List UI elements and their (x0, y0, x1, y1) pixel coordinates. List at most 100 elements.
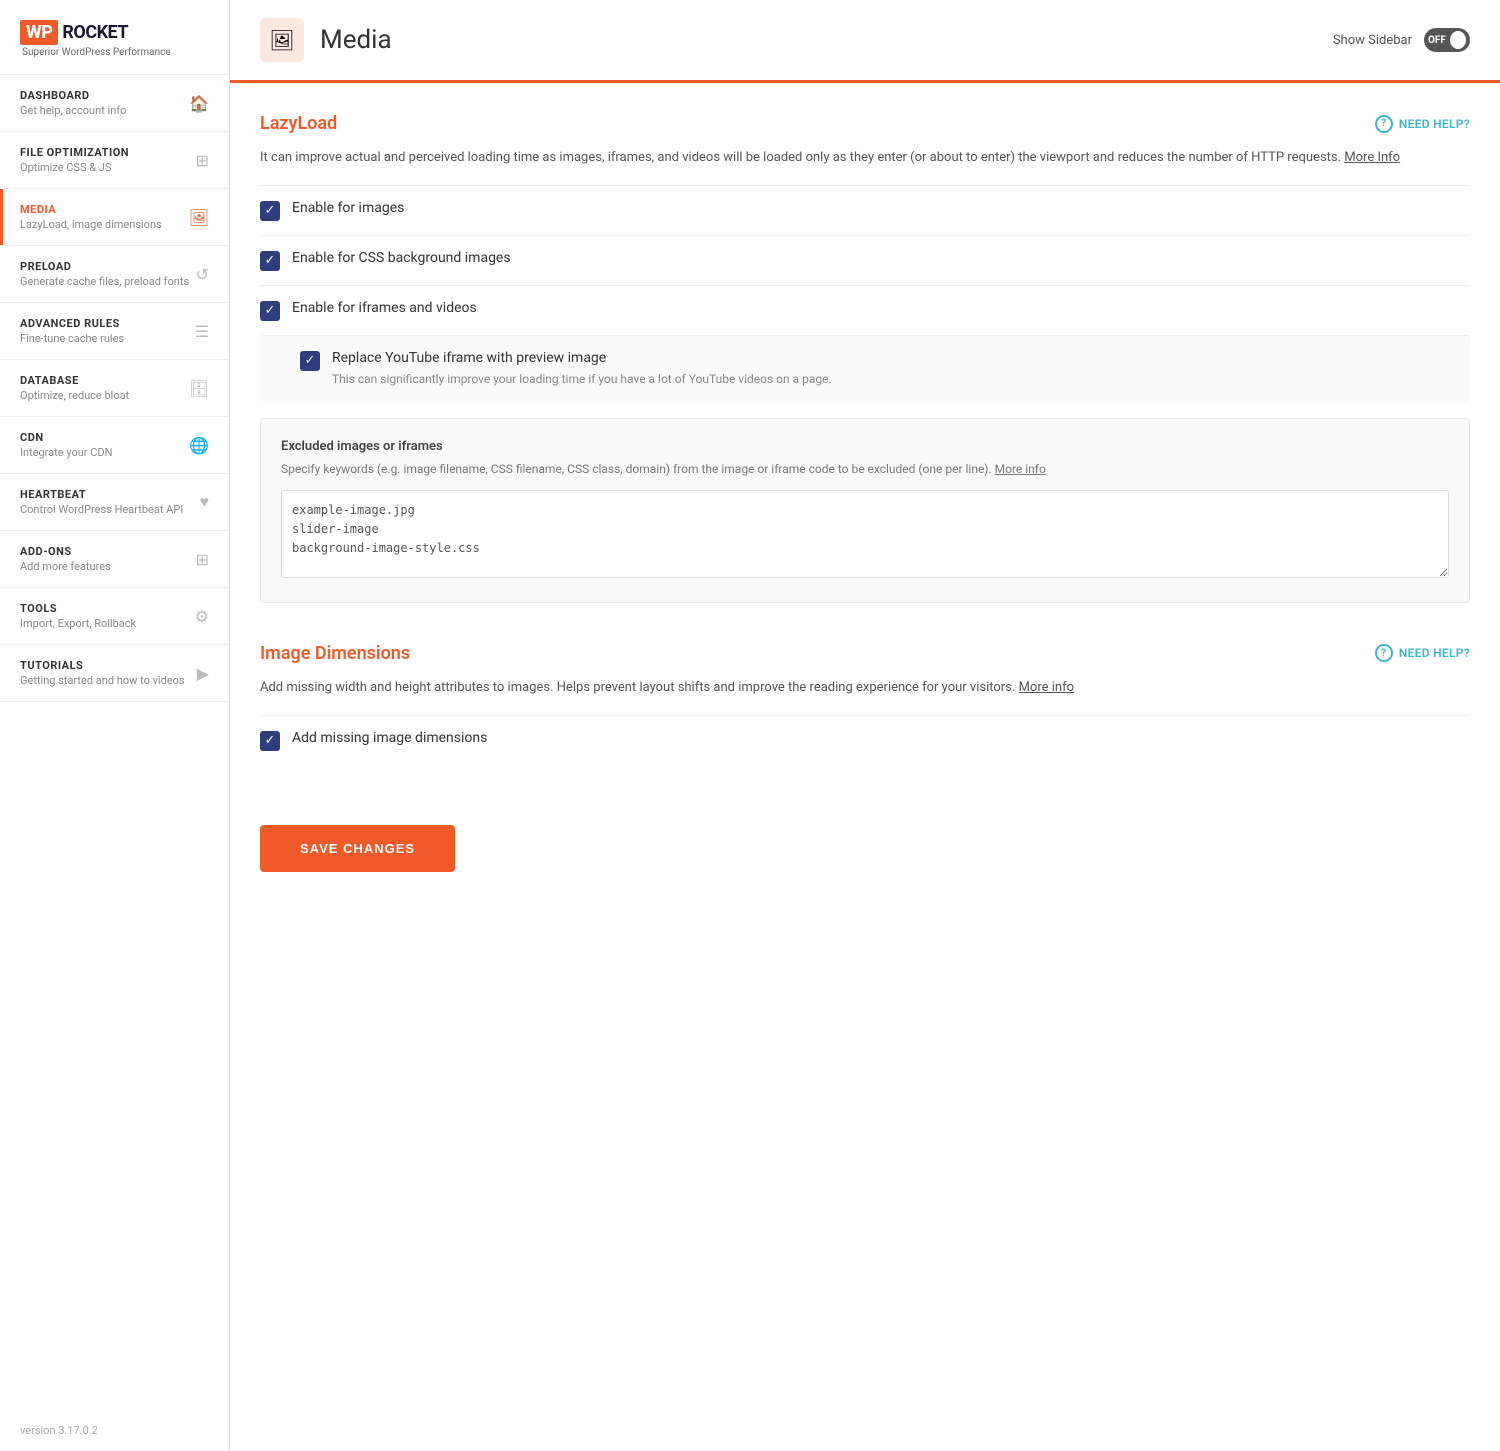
image-dimensions-description: Add missing width and height attributes … (260, 678, 1470, 699)
sidebar-item-file-optimization[interactable]: FILE OPTIMIZATION Optimize CSS & JS ⊞ (0, 132, 229, 189)
nav-icon-media: 🖼 (189, 208, 209, 227)
lazyload-help-text: NEED HELP? (1399, 117, 1470, 131)
nav-subtitle-preload: Generate cache files, preload fonts (20, 275, 189, 288)
toggle-track[interactable]: OFF (1424, 28, 1470, 52)
sidebar-version: version 3.17.0.2 (0, 1410, 229, 1451)
checkbox-enable-images[interactable]: ✓ (260, 201, 280, 221)
page-title: Media (320, 25, 392, 55)
image-dimensions-header: Image Dimensions ? NEED HELP? (260, 643, 1470, 664)
nav-subtitle-advanced-rules: Fine-tune cache rules (20, 332, 124, 345)
nav-subtitle-database: Optimize, reduce bloat (20, 389, 129, 402)
sidebar-toggle[interactable]: OFF (1424, 28, 1470, 52)
nav-icon-add-ons: ⊞ (196, 550, 209, 569)
sidebar-nav: DASHBOARD Get help, account info 🏠 FILE … (0, 75, 229, 1410)
nav-subtitle-tutorials: Getting started and how to videos (20, 674, 185, 687)
sidebar-item-preload[interactable]: PRELOAD Generate cache files, preload fo… (0, 246, 229, 303)
option-enable-iframes: ✓ Enable for iframes and videos (260, 285, 1470, 335)
toggle-thumb (1450, 31, 1466, 49)
excluded-title: Excluded images or iframes (281, 439, 1449, 454)
sidebar-item-heartbeat[interactable]: HEARTBEAT Control WordPress Heartbeat AP… (0, 474, 229, 531)
sidebar: WP ROCKET Superior WordPress Performance… (0, 0, 230, 1451)
nav-icon-heartbeat: ♥ (200, 492, 210, 512)
sidebar-item-database[interactable]: DATABASE Optimize, reduce bloat 🗄 (0, 360, 229, 417)
toggle-state: OFF (1428, 35, 1446, 46)
sidebar-item-dashboard[interactable]: DASHBOARD Get help, account info 🏠 (0, 75, 229, 132)
nav-subtitle-media: LazyLoad, image dimensions (20, 218, 162, 231)
checkmark-enable-css-bg: ✓ (265, 254, 276, 267)
lazyload-section: LazyLoad ? NEED HELP? It can improve act… (260, 113, 1470, 603)
excluded-description: Specify keywords (e.g. image filename, C… (281, 460, 1449, 478)
nav-title-file-optimization: FILE OPTIMIZATION (20, 146, 129, 159)
sidebar-item-tutorials[interactable]: TUTORIALS Getting started and how to vid… (0, 645, 229, 702)
checkmark-enable-images: ✓ (265, 204, 276, 217)
logo-rocket: ROCKET (62, 22, 128, 43)
nav-subtitle-dashboard: Get help, account info (20, 104, 126, 117)
nav-title-database: DATABASE (20, 374, 129, 387)
nav-subtitle-tools: Import, Export, Rollback (20, 617, 136, 630)
main-header-left: 🖼 Media (260, 18, 392, 62)
image-dimensions-title: Image Dimensions (260, 643, 410, 664)
label-add-missing-dimensions: Add missing image dimensions (292, 730, 487, 746)
image-dimensions-more-info-link[interactable]: More info (1019, 680, 1074, 695)
nav-title-cdn: CDN (20, 431, 112, 444)
nav-icon-advanced-rules: ☰ (195, 322, 209, 341)
nav-title-preload: PRELOAD (20, 260, 189, 273)
label-replace-youtube: Replace YouTube iframe with preview imag… (332, 350, 832, 366)
nav-title-tools: TOOLS (20, 602, 136, 615)
page-icon: 🖼 (260, 18, 304, 62)
nav-title-dashboard: DASHBOARD (20, 89, 126, 102)
nav-title-advanced-rules: ADVANCED RULES (20, 317, 124, 330)
nav-subtitle-heartbeat: Control WordPress Heartbeat API (20, 503, 183, 516)
checkmark-add-missing-dimensions: ✓ (265, 734, 276, 747)
lazyload-more-info-link[interactable]: More Info (1344, 150, 1400, 165)
label-enable-images: Enable for images (292, 200, 404, 216)
nav-subtitle-add-ons: Add more features (20, 560, 111, 573)
main-header: 🖼 Media Show Sidebar OFF (230, 0, 1500, 83)
checkbox-enable-css-bg[interactable]: ✓ (260, 251, 280, 271)
nav-icon-tools: ⚙ (195, 607, 209, 626)
nav-icon-cdn: 🌐 (189, 436, 209, 455)
checkbox-enable-iframes[interactable]: ✓ (260, 301, 280, 321)
nav-title-heartbeat: HEARTBEAT (20, 488, 183, 501)
nav-icon-preload: ↺ (196, 265, 209, 284)
lazyload-help-icon: ? (1375, 115, 1393, 133)
checkmark-enable-iframes: ✓ (265, 304, 276, 317)
image-dimensions-help-icon: ? (1375, 644, 1393, 662)
image-dimensions-need-help[interactable]: ? NEED HELP? (1375, 644, 1470, 662)
excluded-textarea[interactable]: example-image.jpg slider-image backgroun… (281, 490, 1449, 578)
nav-icon-database: 🗄 (189, 379, 209, 398)
excluded-more-info-link[interactable]: More info (995, 462, 1046, 476)
logo-wp: WP (20, 20, 58, 45)
sidebar-item-tools[interactable]: TOOLS Import, Export, Rollback ⚙ (0, 588, 229, 645)
nav-icon-file-optimization: ⊞ (196, 151, 209, 170)
header-right: Show Sidebar OFF (1333, 28, 1470, 52)
show-sidebar-label: Show Sidebar (1333, 33, 1412, 48)
label-enable-iframes: Enable for iframes and videos (292, 300, 477, 316)
lazyload-title: LazyLoad (260, 113, 337, 134)
nav-icon-tutorials: ▶ (197, 664, 209, 683)
option-enable-css-bg: ✓ Enable for CSS background images (260, 235, 1470, 285)
checkbox-add-missing-dimensions[interactable]: ✓ (260, 731, 280, 751)
nav-icon-dashboard: 🏠 (189, 94, 209, 113)
checkbox-replace-youtube[interactable]: ✓ (300, 351, 320, 371)
logo-subtitle: Superior WordPress Performance (22, 47, 209, 58)
nav-title-tutorials: TUTORIALS (20, 659, 185, 672)
nav-subtitle-file-optimization: Optimize CSS & JS (20, 161, 129, 174)
sidebar-item-advanced-rules[interactable]: ADVANCED RULES Fine-tune cache rules ☰ (0, 303, 229, 360)
nav-title-media: MEDIA (20, 203, 162, 216)
sublabel-replace-youtube: This can significantly improve your load… (332, 370, 832, 388)
option-add-missing-dimensions: ✓ Add missing image dimensions (260, 715, 1470, 765)
sidebar-logo: WP ROCKET Superior WordPress Performance (0, 0, 229, 75)
main-content: 🖼 Media Show Sidebar OFF LazyLoad ? NEED… (230, 0, 1500, 1451)
save-changes-button[interactable]: SAVE CHANGES (260, 825, 455, 872)
lazyload-need-help[interactable]: ? NEED HELP? (1375, 115, 1470, 133)
nav-title-add-ons: ADD-ONS (20, 545, 111, 558)
sidebar-item-cdn[interactable]: CDN Integrate your CDN 🌐 (0, 417, 229, 474)
sidebar-item-media[interactable]: MEDIA LazyLoad, image dimensions 🖼 (0, 189, 229, 246)
excluded-section: Excluded images or iframes Specify keywo… (260, 418, 1470, 603)
nav-subtitle-cdn: Integrate your CDN (20, 446, 112, 459)
sidebar-item-add-ons[interactable]: ADD-ONS Add more features ⊞ (0, 531, 229, 588)
image-dimensions-section: Image Dimensions ? NEED HELP? Add missin… (260, 643, 1470, 765)
lazyload-header: LazyLoad ? NEED HELP? (260, 113, 1470, 134)
option-enable-images: ✓ Enable for images (260, 185, 1470, 235)
